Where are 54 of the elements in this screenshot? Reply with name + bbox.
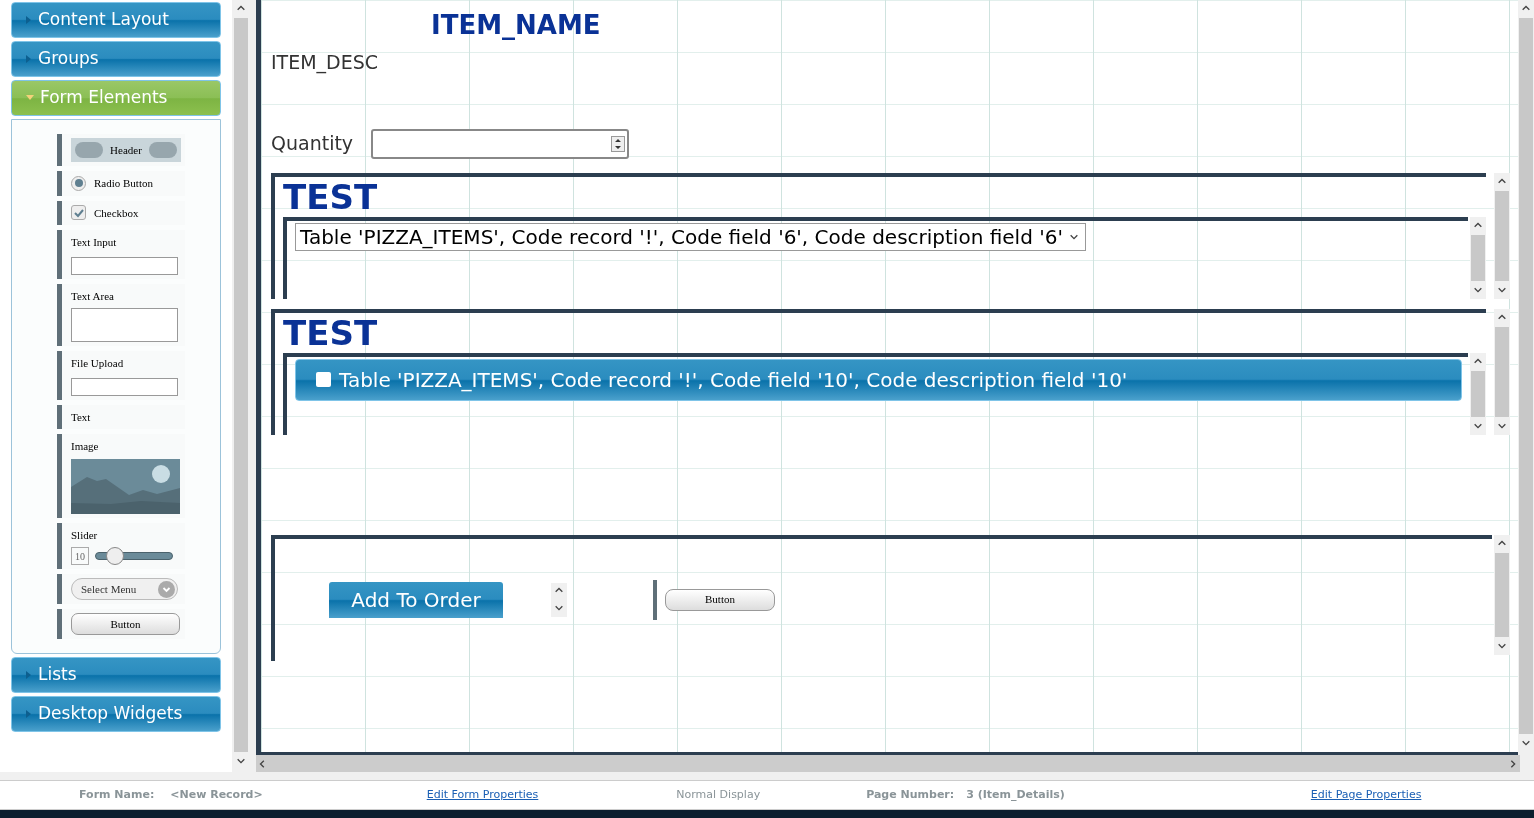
section-title: TEST [283, 176, 379, 217]
chevron-down-icon [158, 580, 175, 598]
quantity-field[interactable] [371, 128, 630, 159]
chevron-down-icon [554, 603, 564, 613]
item-description: ITEM_DESC [271, 50, 380, 76]
element-label: Text [71, 409, 91, 425]
scrollbar[interactable] [1470, 216, 1486, 299]
page-number-label: Page Number: [866, 786, 955, 803]
checkbox[interactable] [316, 372, 331, 387]
scroll-down-icon [1521, 738, 1531, 748]
element-label: Text Area [71, 288, 115, 304]
caret-right-icon [26, 55, 32, 63]
caret-right-icon [26, 671, 32, 679]
accordion-header[interactable]: Desktop Widgets [11, 696, 221, 732]
display-mode: Normal Display [676, 786, 761, 803]
section-title: TEST [283, 312, 379, 353]
element-label: Text Input [71, 235, 118, 250]
button[interactable]: Button [665, 588, 775, 611]
scroll-right-icon [1508, 758, 1518, 769]
caret-right-icon [26, 710, 32, 718]
edit-page-properties-link[interactable]: Edit Page Properties [1310, 786, 1422, 804]
horizontal-scrollbar[interactable] [256, 755, 1520, 772]
dropdown[interactable]: Table 'PIZZA_ITEMS', Code record '!', Code field '6', Code description field '6' [295, 222, 1086, 251]
add-to-order-button[interactable]: Add To Order [329, 581, 503, 618]
element-label: Slider [71, 527, 99, 543]
page-number-value: 3 (Item_Details) [966, 786, 1065, 803]
select-label: Select Menu [81, 581, 137, 597]
scrollbar[interactable] [1494, 172, 1510, 299]
pill-shape [75, 142, 103, 158]
form-name-label: Form Name: [79, 786, 155, 803]
list-item[interactable]: Table 'PIZZA_ITEMS', Code record '!', Code field '10', Code description field '10' [295, 358, 1462, 401]
accordion-header[interactable]: Lists [11, 657, 221, 693]
element-label: Header [110, 142, 142, 158]
element-label: Radio Button [94, 176, 153, 191]
element-label: Image [71, 439, 100, 454]
caret-down-icon [26, 95, 34, 101]
scrollbar[interactable] [1494, 534, 1510, 655]
form-name-value: <New Record> [170, 786, 263, 803]
spin-arrows-icon [611, 135, 626, 152]
slider-value: 10 [71, 547, 89, 565]
edit-form-properties-link[interactable]: Edit Form Properties [426, 786, 539, 804]
accordion-header[interactable]: Groups [11, 41, 221, 77]
button-preview: Button [71, 613, 180, 635]
quantity-label: Quantity [271, 131, 354, 157]
item-name-heading: ITEM_NAME [431, 9, 602, 42]
scroll-down-icon [236, 756, 246, 766]
element-label: Checkbox [94, 205, 139, 221]
accordion-header[interactable]: Content Layout [11, 2, 221, 38]
scrollbar[interactable] [1470, 352, 1486, 435]
element-label: File Upload [71, 356, 125, 371]
spinner[interactable] [551, 582, 567, 617]
pill-shape [149, 142, 177, 158]
caret-right-icon [26, 16, 32, 24]
scrollbar[interactable] [1494, 308, 1510, 435]
